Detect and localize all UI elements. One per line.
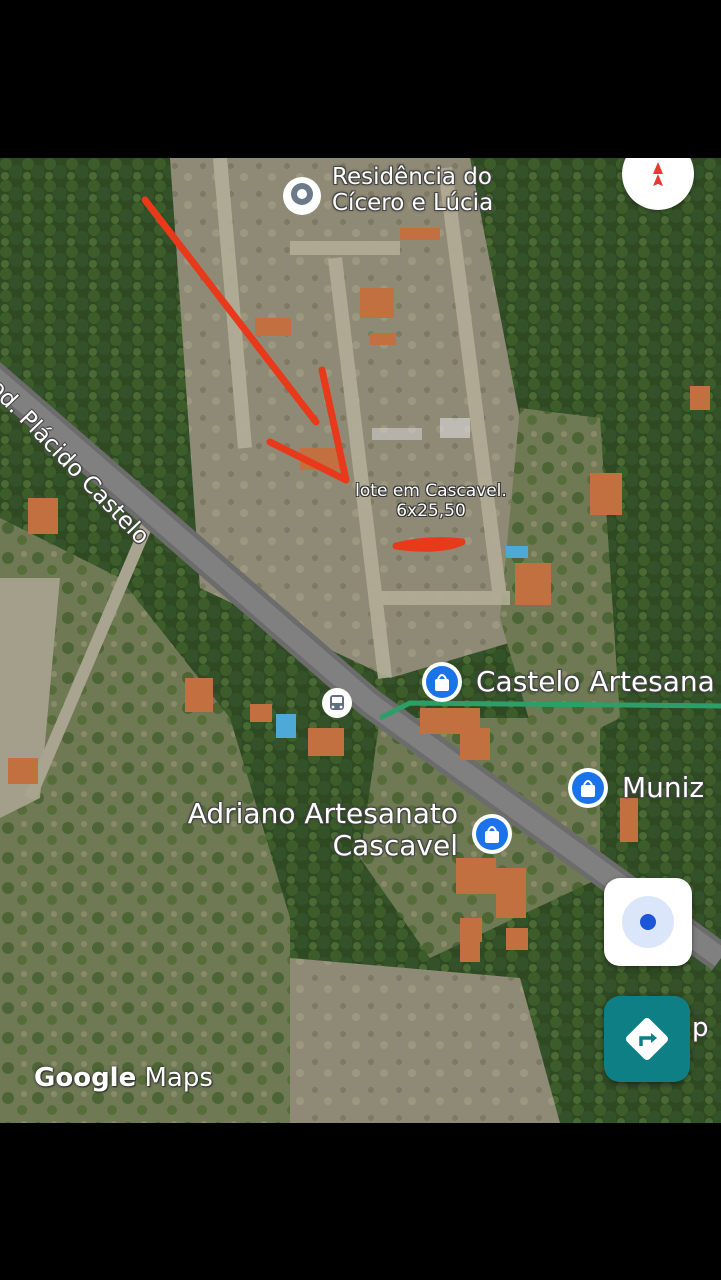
lot-annotation: lote em Cascavel. 6x25,50 xyxy=(355,481,507,522)
shopping-bag-pin-icon[interactable] xyxy=(420,660,464,704)
google-maps-logo: Google Maps xyxy=(34,1063,213,1093)
location-pin-icon[interactable] xyxy=(280,174,324,218)
place-label-muniz[interactable]: Muniz xyxy=(622,771,704,804)
place-label-residencia[interactable]: Residência do Cícero e Lúcia xyxy=(332,164,493,217)
shopping-bag-pin-icon[interactable] xyxy=(470,812,514,856)
compass-icon[interactable] xyxy=(622,158,694,210)
partial-place-label: p xyxy=(692,1013,709,1043)
satellite-map[interactable]: Residência do Cícero e Lúcia Castelo Art… xyxy=(0,158,721,1123)
bus-icon[interactable] xyxy=(322,688,352,718)
satellite-imagery xyxy=(0,158,721,1123)
my-location-button[interactable] xyxy=(604,878,692,966)
shopping-bag-pin-icon[interactable] xyxy=(566,766,610,810)
directions-button[interactable] xyxy=(604,996,690,1082)
place-label-adriano-artesanato[interactable]: Adriano Artesanato Cascavel xyxy=(160,797,458,862)
directions-icon xyxy=(626,1018,668,1060)
place-label-castelo-artesana[interactable]: Castelo Artesana xyxy=(476,665,715,698)
